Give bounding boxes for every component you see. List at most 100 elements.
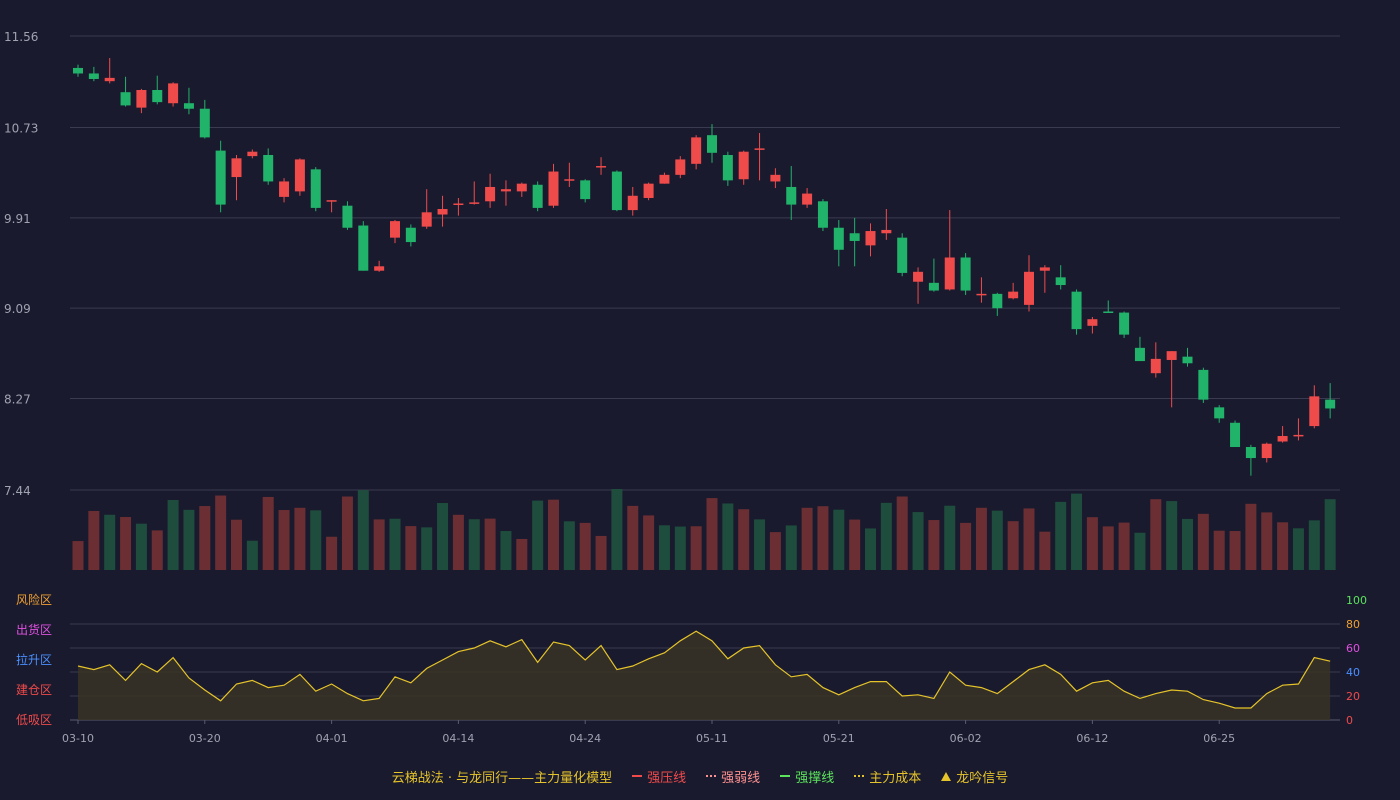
volume-bar: [421, 527, 433, 570]
candle-body: [516, 183, 527, 192]
candle-body: [73, 67, 83, 74]
volume-bar: [674, 526, 686, 570]
candle-body: [453, 203, 464, 205]
volume-bar: [1118, 522, 1130, 570]
volume-bar: [1292, 528, 1304, 570]
candle-body: [928, 282, 939, 291]
indicator-tick-label: 100: [1346, 594, 1367, 607]
legend-item-dragon-signal[interactable]: 龙吟信号: [941, 767, 1008, 786]
candle-body: [199, 108, 210, 138]
candle-body: [1325, 399, 1336, 409]
candle-body: [120, 92, 131, 106]
candle-body: [1198, 369, 1209, 400]
volume-bar: [833, 509, 845, 570]
candle-body: [152, 89, 163, 103]
indicator-tick-label: 20: [1346, 690, 1360, 703]
indicator-tick-label: 80: [1346, 618, 1360, 631]
volume-bar: [548, 499, 559, 570]
volume-bar: [1197, 513, 1209, 570]
legend-item-strength-line[interactable]: 强弱线: [706, 767, 760, 786]
legend-item-main-cost[interactable]: 主力成本: [854, 767, 921, 786]
volume-bar: [944, 505, 956, 570]
volume-bar: [500, 531, 512, 570]
candle-body: [849, 233, 860, 241]
zone-label: 建仓区: [16, 683, 52, 697]
legend-label: 强压线: [647, 770, 687, 786]
volume-bar: [246, 540, 258, 570]
candle-body: [437, 209, 448, 215]
candle-body: [833, 227, 844, 250]
candle-body: [913, 271, 924, 282]
volume-bar: [1261, 512, 1273, 570]
x-tick-label: 03-20: [189, 732, 221, 745]
volume-bar: [167, 499, 179, 570]
volume-bar: [183, 509, 195, 570]
volume-bar: [785, 525, 797, 570]
volume-bar: [1277, 522, 1289, 570]
volume-bar: [1134, 532, 1146, 570]
volume-bar: [516, 538, 528, 570]
x-tick-label: 04-01: [316, 732, 348, 745]
volume-bar: [357, 490, 369, 570]
candle-body: [294, 159, 305, 192]
candle-body: [976, 293, 987, 296]
candle-body: [1277, 436, 1288, 442]
volume-bar: [1023, 508, 1035, 570]
volume-bar: [643, 515, 655, 570]
volume-bar: [389, 518, 401, 570]
indicator-area: [78, 631, 1331, 720]
candle-body: [215, 150, 226, 205]
candle-body: [1087, 319, 1098, 326]
candle-body: [611, 171, 622, 211]
volume-bar: [104, 514, 116, 570]
main-cost-line-icon: [854, 775, 865, 777]
candle-body: [1245, 447, 1256, 459]
candle-body: [1166, 351, 1177, 360]
indicator-tick-label: 40: [1346, 666, 1360, 679]
candle-body: [564, 179, 575, 181]
candle-body: [897, 237, 908, 273]
volume-bar: [294, 507, 306, 570]
volume-bar: [1071, 493, 1083, 570]
candle-body: [770, 174, 781, 182]
candle-body: [1039, 267, 1050, 271]
candle-body: [421, 212, 432, 227]
volume-bar: [928, 520, 940, 570]
volume-bar: [437, 503, 449, 570]
volume-bar: [1182, 518, 1193, 570]
volume-bar: [595, 535, 607, 570]
volume-bar: [754, 519, 766, 570]
volume-bar: [722, 503, 734, 570]
volume-bar: [706, 498, 718, 570]
triangle-icon: [941, 771, 952, 781]
candle-body: [1024, 271, 1034, 305]
legend-item-strong-resistance[interactable]: 强压线: [632, 767, 686, 786]
candle-body: [722, 155, 733, 181]
candle-body: [390, 221, 400, 238]
candle-body: [1103, 311, 1114, 313]
price-tick-label: 8.27: [4, 393, 31, 407]
candle-body: [263, 155, 274, 182]
x-tick-label: 03-10: [62, 732, 94, 745]
candle-body: [342, 205, 353, 228]
candle-body: [881, 229, 892, 234]
candle-body: [596, 166, 607, 168]
strong-support-line-icon: [780, 775, 791, 777]
legend-item-strong-support[interactable]: 强撑线: [780, 767, 834, 786]
candle-body: [643, 183, 654, 198]
candle-body: [865, 231, 876, 246]
volume-bar: [1245, 503, 1257, 570]
candle-body: [786, 186, 797, 205]
candle-body: [1071, 291, 1082, 330]
volume-bar: [801, 507, 813, 570]
volume-bar: [151, 530, 163, 570]
candle-body: [136, 89, 147, 108]
volume-bar: [912, 512, 924, 570]
candle-body: [960, 257, 971, 291]
candle-body: [405, 227, 416, 243]
volume-bar: [468, 519, 480, 570]
volume-bar: [1102, 526, 1114, 570]
volume-bar: [310, 510, 322, 570]
candle-body: [1119, 312, 1130, 335]
price-tick-label: 10.73: [4, 121, 38, 135]
